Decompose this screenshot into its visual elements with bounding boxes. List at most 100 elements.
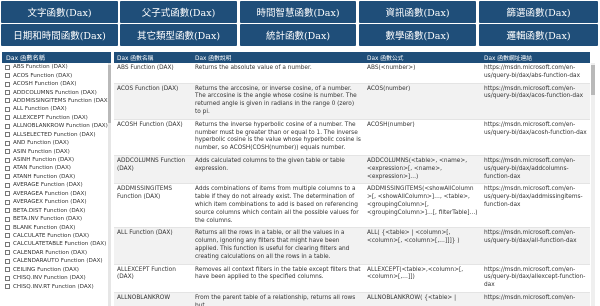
checkbox-icon[interactable] (5, 199, 10, 205)
slicer-item-label: CALENDAR Function (DAX) (13, 249, 88, 256)
slicer-item-label: ABS Function (DAX) (13, 64, 68, 71)
slicer-item[interactable]: BETA.DIST Function (DAX) (2, 206, 111, 214)
checkbox-icon[interactable] (5, 250, 10, 256)
slicer-item[interactable]: ABS Function (DAX) (2, 63, 111, 71)
table-row[interactable]: ABS Function (DAX) Returns the absolute v… (114, 63, 590, 84)
checkbox-icon[interactable] (5, 233, 10, 239)
checkbox-icon[interactable] (5, 191, 10, 197)
slicer-item[interactable]: CHISQ.INV Function (DAX) (2, 274, 111, 282)
category-button[interactable]: 時間智慧函數(Dax) (240, 1, 356, 23)
cell-url[interactable]: https://msdn.microsoft.com/en-us/query-b… (481, 63, 590, 84)
category-button[interactable]: 篩選函數(Dax) (479, 1, 598, 23)
table-scrollbar[interactable] (591, 63, 595, 306)
col-header-description[interactable]: Dax 函數說明 (192, 52, 364, 63)
table-row[interactable]: ALLEXCEPT Function (DAX) Removes all cont… (114, 264, 590, 293)
checkbox-icon[interactable] (5, 132, 10, 138)
category-button[interactable]: 文字函數(Dax) (1, 1, 118, 23)
slicer-item[interactable]: ADDCOLUMNS Function (DAX) (2, 88, 111, 96)
slicer-item[interactable]: AVERAGEX Function (DAX) (2, 198, 111, 206)
cell-function-name: ALLEXCEPT Function (DAX) (114, 264, 192, 293)
table-header-row: Dax 函數名稱 Dax 函數說明 Dax 函數公式 Dax 函數網址連結 (114, 52, 590, 63)
checkbox-icon[interactable] (5, 73, 10, 79)
table-row[interactable]: ACOS Function (DAX) Returns the arccosine… (114, 83, 590, 120)
col-header-formula[interactable]: Dax 函數公式 (364, 52, 481, 63)
col-header-name[interactable]: Dax 函數名稱 (114, 52, 192, 63)
slicer-item-label: CHISQ.INV.RT Function (DAX) (13, 283, 94, 290)
slicer-item[interactable]: ALLSELECTED Function (DAX) (2, 131, 111, 139)
slicer-item[interactable]: BETA.INV Function (DAX) (2, 215, 111, 223)
table-row[interactable]: ADDMISSINGITEMS Function (DAX) Adds combi… (114, 183, 590, 229)
checkbox-icon[interactable] (5, 225, 10, 231)
slicer-item[interactable]: ACOS Function (DAX) (2, 71, 111, 79)
slicer-item-label: ACOSH Function (DAX) (13, 81, 77, 88)
checkbox-icon[interactable] (5, 284, 10, 290)
table-scrollbar-thumb[interactable] (591, 65, 595, 95)
checkbox-icon[interactable] (5, 267, 10, 273)
cell-function-name: ACOSH Function (DAX) (114, 119, 192, 156)
category-button[interactable]: 統計函數(Dax) (240, 24, 356, 46)
slicer-item-label: AVERAGE Function (DAX) (13, 182, 83, 189)
cell-url[interactable]: https://msdn.microsoft.com/en-us/query-b… (481, 227, 590, 265)
slicer-item[interactable]: BLANK Function (DAX) (2, 223, 111, 231)
slicer-item[interactable]: ASINH Function (DAX) (2, 156, 111, 164)
checkbox-icon[interactable] (5, 64, 10, 70)
checkbox-icon[interactable] (5, 208, 10, 214)
cell-function-name: ACOS Function (DAX) (114, 83, 192, 120)
checkbox-icon[interactable] (5, 81, 10, 87)
slicer-scrollbar[interactable] (108, 63, 111, 306)
checkbox-icon[interactable] (5, 174, 10, 180)
slicer-item[interactable]: CALENDAR Function (DAX) (2, 249, 111, 257)
slicer-item[interactable]: ACOSH Function (DAX) (2, 80, 111, 88)
cell-description: Returns all the rows in a table, or all … (192, 227, 364, 265)
cell-url[interactable]: https://msdn.microsoft.com/en-us/query-b… (481, 264, 590, 293)
slicer-item[interactable]: ALLEXCEPT Function (DAX) (2, 114, 111, 122)
checkbox-icon[interactable] (5, 149, 10, 155)
slicer-item[interactable]: ALL Function (DAX) (2, 105, 111, 113)
table-row[interactable]: ALLNOBLANKROW From the parent table of a … (114, 292, 590, 306)
checkbox-icon[interactable] (5, 258, 10, 264)
checkbox-icon[interactable] (5, 275, 10, 281)
checkbox-icon[interactable] (5, 106, 10, 112)
cell-url[interactable]: https://msdn.microsoft.com/en-us/query-b… (481, 183, 590, 229)
slicer-item[interactable]: AVERAGE Function (DAX) (2, 181, 111, 189)
cell-url[interactable]: https://msdn.microsoft.com/en-us/query-b… (481, 155, 590, 185)
table-row[interactable]: ALL Function (DAX) Returns all the rows i… (114, 227, 590, 265)
slicer-item[interactable]: AVERAGEA Function (DAX) (2, 190, 111, 198)
cell-description: Returns the absolute value of a number. (192, 63, 364, 84)
category-button[interactable]: 數學函數(Dax) (359, 24, 476, 46)
category-button[interactable]: 日期和時間函數(Dax) (1, 24, 118, 46)
slicer-item[interactable]: ATANH Function (DAX) (2, 173, 111, 181)
slicer-item[interactable]: CEILING Function (DAX) (2, 266, 111, 274)
slicer-item[interactable]: AND Function (DAX) (2, 139, 111, 147)
col-header-url[interactable]: Dax 函數網址連結 (481, 52, 590, 63)
slicer-item[interactable]: CALENDARAUTO Function (DAX) (2, 257, 111, 265)
slicer-item[interactable]: CHISQ.INV.RT Function (DAX) (2, 282, 111, 290)
checkbox-icon[interactable] (5, 140, 10, 146)
slicer-item[interactable]: CALCULATETABLE Function (DAX) (2, 240, 111, 248)
category-button[interactable]: 邏輯函數(Dax) (479, 24, 598, 46)
cell-url[interactable]: https://msdn.microsoft.com/en-us/query-b… (481, 83, 590, 120)
slicer-item[interactable]: ADDMISSINGITEMS Function (DAX) (2, 97, 111, 105)
checkbox-icon[interactable] (5, 216, 10, 222)
checkbox-icon[interactable] (5, 182, 10, 188)
slicer-item-label: AVERAGEA Function (DAX) (13, 190, 87, 197)
slicer-scrollbar-thumb[interactable] (108, 65, 111, 123)
checkbox-icon[interactable] (5, 90, 10, 96)
table-row[interactable]: ACOSH Function (DAX) Returns the inverse … (114, 119, 590, 156)
cell-url[interactable]: https://msdn.microsoft.com/en- (481, 292, 590, 306)
category-button[interactable]: 其它類型函數(Dax) (120, 24, 237, 46)
slicer-item[interactable]: ATAN Function (DAX) (2, 164, 111, 172)
checkbox-icon[interactable] (5, 241, 10, 247)
category-button[interactable]: 資訊函數(Dax) (359, 1, 476, 23)
table-row[interactable]: ADDCOLUMNS Function (DAX) Adds calculated… (114, 155, 590, 185)
category-button[interactable]: 父子式函數(Dax) (120, 1, 237, 23)
checkbox-icon[interactable] (5, 115, 10, 121)
slicer-item[interactable]: CALCULATE Function (DAX) (2, 232, 111, 240)
checkbox-icon[interactable] (5, 165, 10, 171)
cell-url[interactable]: https://msdn.microsoft.com/en-us/query-b… (481, 119, 590, 156)
checkbox-icon[interactable] (5, 157, 10, 163)
slicer-item[interactable]: ASIN Function (DAX) (2, 147, 111, 155)
checkbox-icon[interactable] (5, 123, 10, 129)
checkbox-icon[interactable] (5, 98, 10, 104)
slicer-item[interactable]: ALLNOBLANKROW Function (DAX) (2, 122, 111, 130)
